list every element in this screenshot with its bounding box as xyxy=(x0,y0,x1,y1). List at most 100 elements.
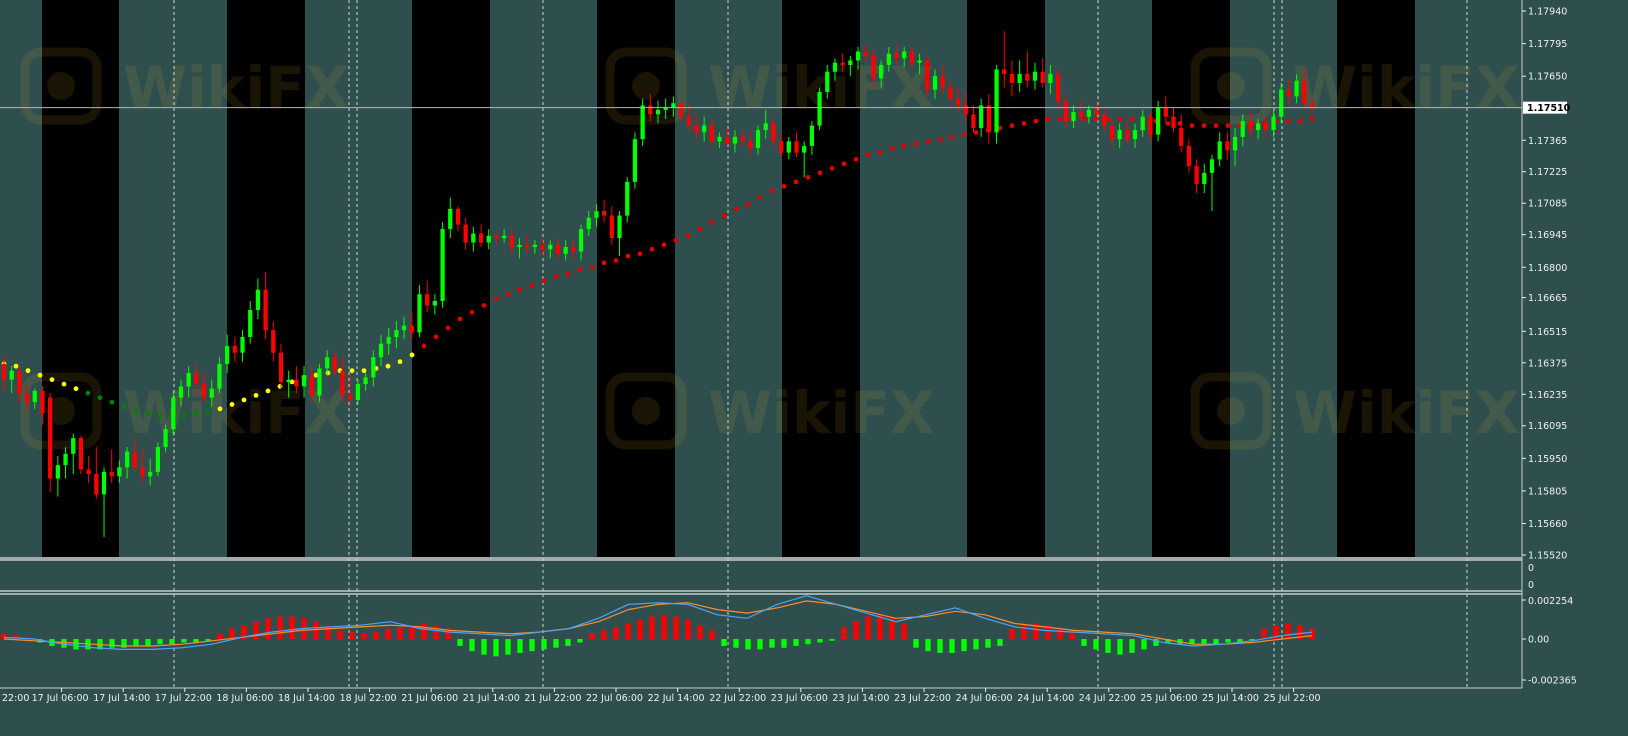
bull-candle xyxy=(578,229,584,252)
bull-candle xyxy=(732,136,738,144)
ma-dot xyxy=(1165,120,1171,126)
chart-canvas[interactable]: WikiFX WikiFX WikiFXWikiFX WikiFX WikiFX 1.1… xyxy=(0,0,1628,732)
price-tick-label: 1.16665 xyxy=(1528,293,1567,304)
macd-bar-negative xyxy=(1213,639,1219,645)
bear-candle xyxy=(494,235,499,239)
macd-bar-negative xyxy=(133,639,139,646)
time-tick-label: 17 Jul 22:00 xyxy=(155,693,212,704)
ma-dot xyxy=(253,392,259,398)
bear-candle xyxy=(309,375,314,396)
ma-dot xyxy=(1033,118,1039,124)
macd-bar-positive xyxy=(685,619,691,640)
macd-bar-positive xyxy=(1069,632,1075,640)
macd-bar-negative xyxy=(913,639,919,648)
bull-candle xyxy=(117,467,122,477)
price-tick-label: 1.17940 xyxy=(1528,7,1567,18)
macd-bar-negative xyxy=(457,639,463,646)
bear-candle xyxy=(694,125,699,133)
bull-candle xyxy=(1240,121,1245,137)
time-tick-label: 22:00 xyxy=(2,693,29,704)
ma-dot xyxy=(649,246,655,252)
bear-candle xyxy=(1194,166,1199,185)
bear-candle xyxy=(332,357,337,371)
bear-candle xyxy=(709,125,714,142)
wikifx-logo-icon xyxy=(1217,72,1245,100)
price-tick-label: 1.17650 xyxy=(1528,72,1567,83)
bear-candle xyxy=(294,379,299,387)
bull-candle xyxy=(71,438,76,454)
bear-candle xyxy=(24,393,30,403)
ma-dot xyxy=(589,264,595,270)
ma-dot xyxy=(181,413,187,419)
bear-candle xyxy=(571,247,576,252)
bull-candle xyxy=(178,386,184,398)
bull-candle xyxy=(55,465,60,479)
time-tick-label: 22 Jul 22:00 xyxy=(709,693,766,704)
macd-bar-positive xyxy=(1309,628,1315,640)
macd-bar-negative xyxy=(73,639,79,650)
bull-candle xyxy=(1132,130,1138,140)
macd-bar-negative xyxy=(925,639,931,652)
bear-candle xyxy=(555,244,561,254)
bull-candle xyxy=(440,229,445,301)
bull-candle xyxy=(1256,123,1261,131)
macd-bar-positive xyxy=(385,628,391,640)
bear-candle xyxy=(263,289,268,331)
macd-tick-label: 0.002254 xyxy=(1528,596,1573,607)
bear-candle xyxy=(1179,127,1184,146)
macd-bar-negative xyxy=(565,639,571,646)
bull-candle xyxy=(994,69,999,133)
bull-candle xyxy=(186,372,191,387)
bull-candle xyxy=(325,357,330,369)
bull-candle xyxy=(255,289,261,310)
ma-dot xyxy=(457,316,463,322)
bear-candle xyxy=(78,438,84,470)
time-tick-label: 24 Jul 22:00 xyxy=(1079,693,1136,704)
bear-candle xyxy=(794,141,799,153)
macd-bar-positive xyxy=(865,616,871,640)
ma-dot xyxy=(541,278,547,284)
time-tick-label: 24 Jul 06:00 xyxy=(956,693,1013,704)
macd-bar-negative xyxy=(181,639,187,643)
ma-dot xyxy=(973,129,979,135)
price-tick-label: 1.16800 xyxy=(1528,263,1567,274)
macd-bar-negative xyxy=(157,639,163,645)
macd-bar-positive xyxy=(649,616,655,640)
bull-candle xyxy=(1032,71,1038,81)
ma-dot xyxy=(661,242,667,248)
macd-bar-positive xyxy=(373,632,379,640)
wikifx-logo-icon xyxy=(47,72,75,100)
bull-candle xyxy=(532,244,538,248)
bull-candle xyxy=(1279,89,1284,117)
bear-candle xyxy=(840,62,845,65)
bull-candle xyxy=(1217,141,1222,160)
bear-candle xyxy=(748,141,753,149)
bull-candle xyxy=(548,244,553,250)
ma-dot xyxy=(517,287,523,293)
bear-candle xyxy=(725,136,730,144)
ma-dot xyxy=(637,251,643,257)
macd-bar-positive xyxy=(289,616,295,640)
bear-candle xyxy=(1302,80,1307,104)
macd-bar-positive xyxy=(673,616,679,640)
macd-bar-negative xyxy=(109,639,115,648)
bull-candle xyxy=(1232,136,1238,151)
bear-candle xyxy=(609,215,614,239)
macd-bar-positive xyxy=(349,632,355,640)
subwindow-bottom-label: 0 xyxy=(1528,580,1534,591)
macd-bar-positive xyxy=(337,630,343,640)
bull-candle xyxy=(1017,73,1022,83)
bull-candle xyxy=(209,388,214,398)
ma-dot xyxy=(781,183,787,189)
ma-dot xyxy=(49,377,55,383)
ma-dot xyxy=(481,303,487,308)
current-price-label: 1.17510 xyxy=(1527,103,1571,114)
bear-candle xyxy=(1094,109,1099,115)
ma-dot xyxy=(757,195,763,200)
macd-bar-negative xyxy=(481,639,487,655)
ma-dot xyxy=(433,334,439,340)
bear-candle xyxy=(455,208,461,225)
ma-dot xyxy=(469,309,475,315)
ma-dot xyxy=(745,201,751,207)
trading-chart[interactable]: WikiFX WikiFX WikiFX WikiFX WikiFX WikiFX 1.1… xyxy=(0,0,1628,732)
